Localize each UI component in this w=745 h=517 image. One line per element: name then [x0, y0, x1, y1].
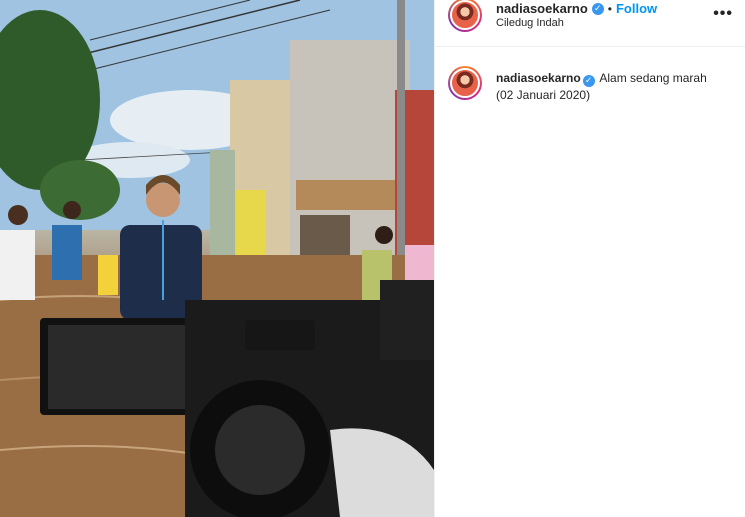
follow-button[interactable]: Follow [616, 1, 657, 16]
location-link[interactable]: Ciledug Indah [496, 17, 564, 29]
username-link[interactable]: nadiasoekarno [496, 1, 588, 16]
post-side-panel: nadiasoekarno ✓ • Follow Ciledug Indah •… [434, 0, 745, 517]
caption-avatar[interactable] [448, 66, 482, 100]
verified-badge-icon: ✓ [591, 2, 604, 15]
caption-line-1: Alam sedang marah [599, 71, 707, 85]
flood-scene-illustration [0, 0, 434, 517]
post-photo[interactable] [0, 0, 434, 517]
caption-username-link[interactable]: nadiasoekarno [496, 71, 581, 85]
separator-dot: • [607, 1, 612, 16]
post-header: nadiasoekarno ✓ • Follow Ciledug Indah •… [435, 0, 745, 47]
caption-line-2: (02 Januari 2020) [496, 88, 591, 102]
more-options-icon[interactable]: ••• [713, 5, 733, 23]
header-user-row: nadiasoekarno ✓ • Follow [496, 1, 657, 16]
verified-badge-icon: ✓ [582, 75, 595, 87]
caption-text: nadiasoekarno ✓ Alam sedang marah (02 Jan… [496, 70, 736, 104]
avatar[interactable] [448, 0, 482, 32]
